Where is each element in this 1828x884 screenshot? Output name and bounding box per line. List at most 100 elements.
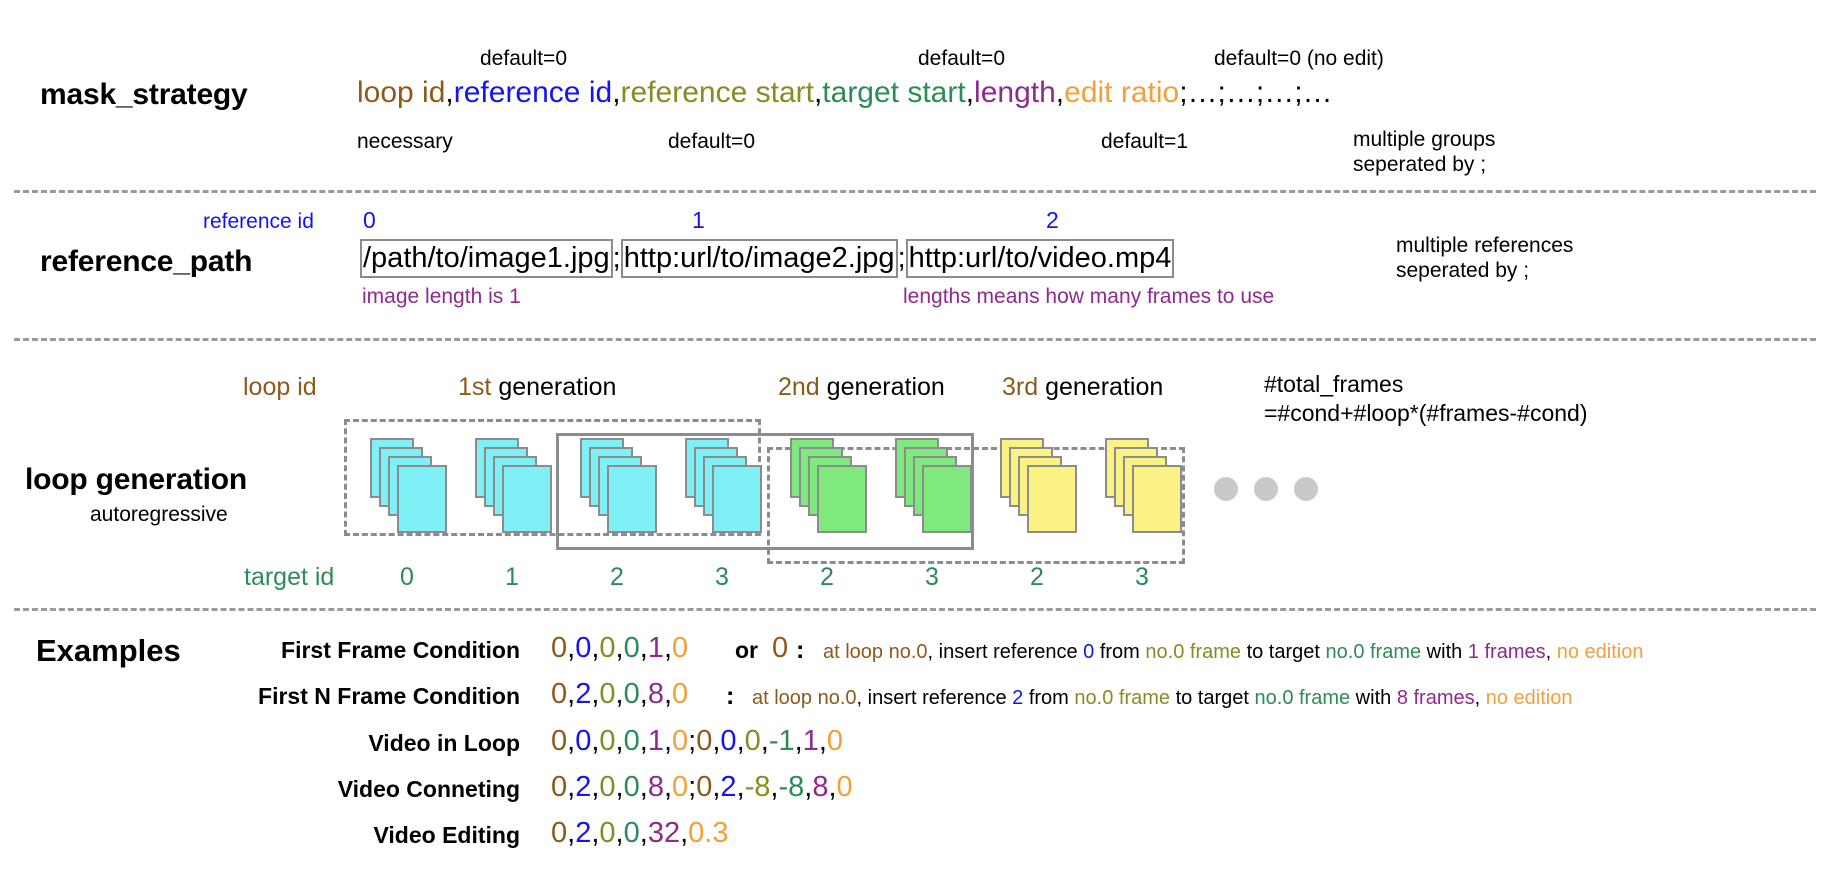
example-name-4: Video Editing bbox=[373, 822, 520, 848]
example-code-2-token-16: 0 bbox=[744, 725, 761, 757]
example-desc-1-token-1: , insert reference bbox=[856, 687, 1013, 709]
gen-suffix-3: generation bbox=[1045, 373, 1164, 401]
diagram-canvas: mask_strategy default=0 default=0 defaul… bbox=[0, 0, 1828, 884]
example-alt-code-0: 0 bbox=[772, 632, 789, 664]
example-code-3-token-6: 0 bbox=[623, 771, 640, 803]
example-code-3-token-14: 2 bbox=[720, 771, 737, 803]
example-code-3-token-22: 0 bbox=[836, 771, 853, 803]
example-code-2-token-21: , bbox=[818, 725, 827, 757]
path-separator-2: ; bbox=[897, 242, 906, 275]
total-frames-formula: #total_frames =#cond+#loop*(#frames-#con… bbox=[1264, 370, 1684, 428]
example-code-1-token-2: 2 bbox=[575, 678, 592, 710]
example-desc-0-token-7: with bbox=[1421, 641, 1468, 663]
frame-stack-6 bbox=[1000, 438, 1077, 534]
example-name-3: Video Conneting bbox=[337, 776, 520, 802]
example-code-2-token-22: 0 bbox=[826, 725, 844, 757]
example-code-4-token-7: , bbox=[639, 817, 648, 849]
example-desc-0-token-4: no.0 frame bbox=[1145, 641, 1242, 663]
example-code-3-token-4: 0 bbox=[599, 771, 616, 803]
note-below-loop-id: necessary bbox=[357, 130, 453, 153]
example-code-2-token-6: 0 bbox=[623, 725, 640, 757]
example-desc-1-token-2: 2 bbox=[1012, 687, 1024, 709]
example-code-4-token-9: , bbox=[680, 817, 689, 849]
example-code-1-token-4: 0 bbox=[599, 678, 616, 710]
field-edit-ratio: edit ratio bbox=[1064, 76, 1180, 109]
loop-generation-sublabel: autoregressive bbox=[90, 503, 228, 526]
example-code-4-token-1: , bbox=[567, 817, 576, 849]
example-code-2-token-15: , bbox=[736, 725, 745, 757]
example-desc-0-token-0: at loop no.0 bbox=[823, 641, 928, 663]
example-desc-1-token-6: no.0 frame bbox=[1254, 687, 1351, 709]
example-code-1-token-8: 8 bbox=[647, 678, 664, 710]
ellipsis-dot-3 bbox=[1294, 477, 1318, 501]
example-code-0-token-4: 0 bbox=[599, 632, 616, 664]
example-desc-0-token-1: , insert reference bbox=[927, 641, 1084, 663]
reference-id-caption: reference id bbox=[203, 210, 314, 233]
field-loop-id: loop id bbox=[357, 76, 446, 109]
example-desc-1-token-0: at loop no.0 bbox=[752, 687, 857, 709]
example-code-2-token-14: 0 bbox=[720, 725, 737, 757]
reference-index-1: 1 bbox=[692, 207, 705, 233]
example-code-2-token-11: ; bbox=[688, 725, 697, 757]
target-id-7: 3 bbox=[1135, 563, 1149, 591]
examples-title: Examples bbox=[36, 633, 181, 668]
mask-strategy-format-string: loop id,reference id,reference start,tar… bbox=[357, 76, 1333, 109]
target-id-1: 1 bbox=[505, 563, 519, 591]
note-above-edit-ratio: default=0 (no edit) bbox=[1214, 47, 1384, 70]
example-desc-0-token-5: to target bbox=[1241, 641, 1326, 663]
reference-path-box-0[interactable]: /path/to/image1.jpg bbox=[360, 239, 613, 279]
example-code-2-token-0: 0 bbox=[551, 725, 568, 757]
reference-path-value-row: /path/to/image1.jpg; http:url/to/image2.j… bbox=[360, 239, 1175, 279]
example-code-0-token-6: 0 bbox=[623, 632, 640, 664]
example-name-2: Video in Loop bbox=[368, 730, 520, 756]
frame-stack-1 bbox=[475, 438, 552, 534]
gen-ordinal-3: 3rd bbox=[1002, 373, 1039, 401]
example-code-1-token-7: , bbox=[639, 678, 648, 710]
example-code-2-token-4: 0 bbox=[599, 725, 616, 757]
example-code-2-token-18: -1 bbox=[768, 725, 795, 757]
divider-2 bbox=[14, 338, 1816, 341]
reference-index-0: 0 bbox=[363, 207, 376, 233]
gen-ordinal-1: 1st bbox=[458, 373, 492, 401]
example-code-3-token-8: 8 bbox=[647, 771, 664, 803]
example-code-2-token-1: , bbox=[567, 725, 576, 757]
example-code-3-token-7: , bbox=[639, 771, 648, 803]
note-below-reference-start: default=0 bbox=[668, 130, 755, 153]
example-code-3-token-9: , bbox=[663, 771, 673, 803]
reference-path-box-2[interactable]: http:url/to/video.mp4 bbox=[905, 239, 1175, 279]
generation-caption-3: 3rd generation bbox=[1002, 373, 1163, 402]
note-above-reference-id: default=0 bbox=[480, 47, 567, 70]
example-code-3-token-18: -8 bbox=[778, 771, 805, 803]
format-tail: ;…;…;…;… bbox=[1179, 76, 1333, 109]
reference-index-2: 2 bbox=[1046, 207, 1059, 233]
frame-stack-2 bbox=[580, 438, 657, 534]
example-name-1: First N Frame Condition bbox=[258, 683, 520, 709]
example-code-0-token-1: , bbox=[567, 632, 576, 664]
multiple-groups-text: multiple groups seperated by ; bbox=[1353, 128, 1496, 176]
reference-path-box-1[interactable]: http:url/to/image2.jpg bbox=[620, 239, 898, 279]
example-code-2-token-8: 1 bbox=[647, 725, 664, 757]
frame-stack-4 bbox=[790, 438, 867, 534]
note-lengths-meaning: lengths means how many frames to use bbox=[903, 285, 1275, 308]
example-code-2-token-17: , bbox=[760, 725, 769, 757]
target-id-0: 0 bbox=[400, 563, 414, 591]
example-code-3-token-15: , bbox=[736, 771, 745, 803]
example-code-0: 0,0,0,0,1,0 bbox=[551, 632, 688, 665]
mask-strategy-label: mask_strategy bbox=[40, 78, 248, 111]
example-desc-0-token-6: no.0 frame bbox=[1325, 641, 1422, 663]
example-desc-0: at loop no.0, insert reference 0 from no… bbox=[823, 641, 1644, 664]
target-id-6: 2 bbox=[1030, 563, 1044, 591]
field-reference-id: reference id bbox=[453, 76, 613, 109]
example-code-0-token-5: , bbox=[615, 632, 624, 664]
example-code-1-token-0: 0 bbox=[551, 678, 568, 710]
example-code-3-token-11: ; bbox=[688, 771, 697, 803]
example-code-0-token-8: 1 bbox=[647, 632, 664, 664]
example-code-0-token-10: 0 bbox=[672, 632, 689, 664]
target-id-4: 2 bbox=[820, 563, 834, 591]
example-code-2-token-19: , bbox=[794, 725, 803, 757]
example-code-3-token-21: , bbox=[828, 771, 837, 803]
example-desc-1-token-5: to target bbox=[1170, 687, 1255, 709]
field-length: length bbox=[974, 76, 1056, 109]
example-code-4: 0,2,0,0,32,0.3 bbox=[551, 817, 728, 850]
example-code-3-token-20: 8 bbox=[812, 771, 829, 803]
